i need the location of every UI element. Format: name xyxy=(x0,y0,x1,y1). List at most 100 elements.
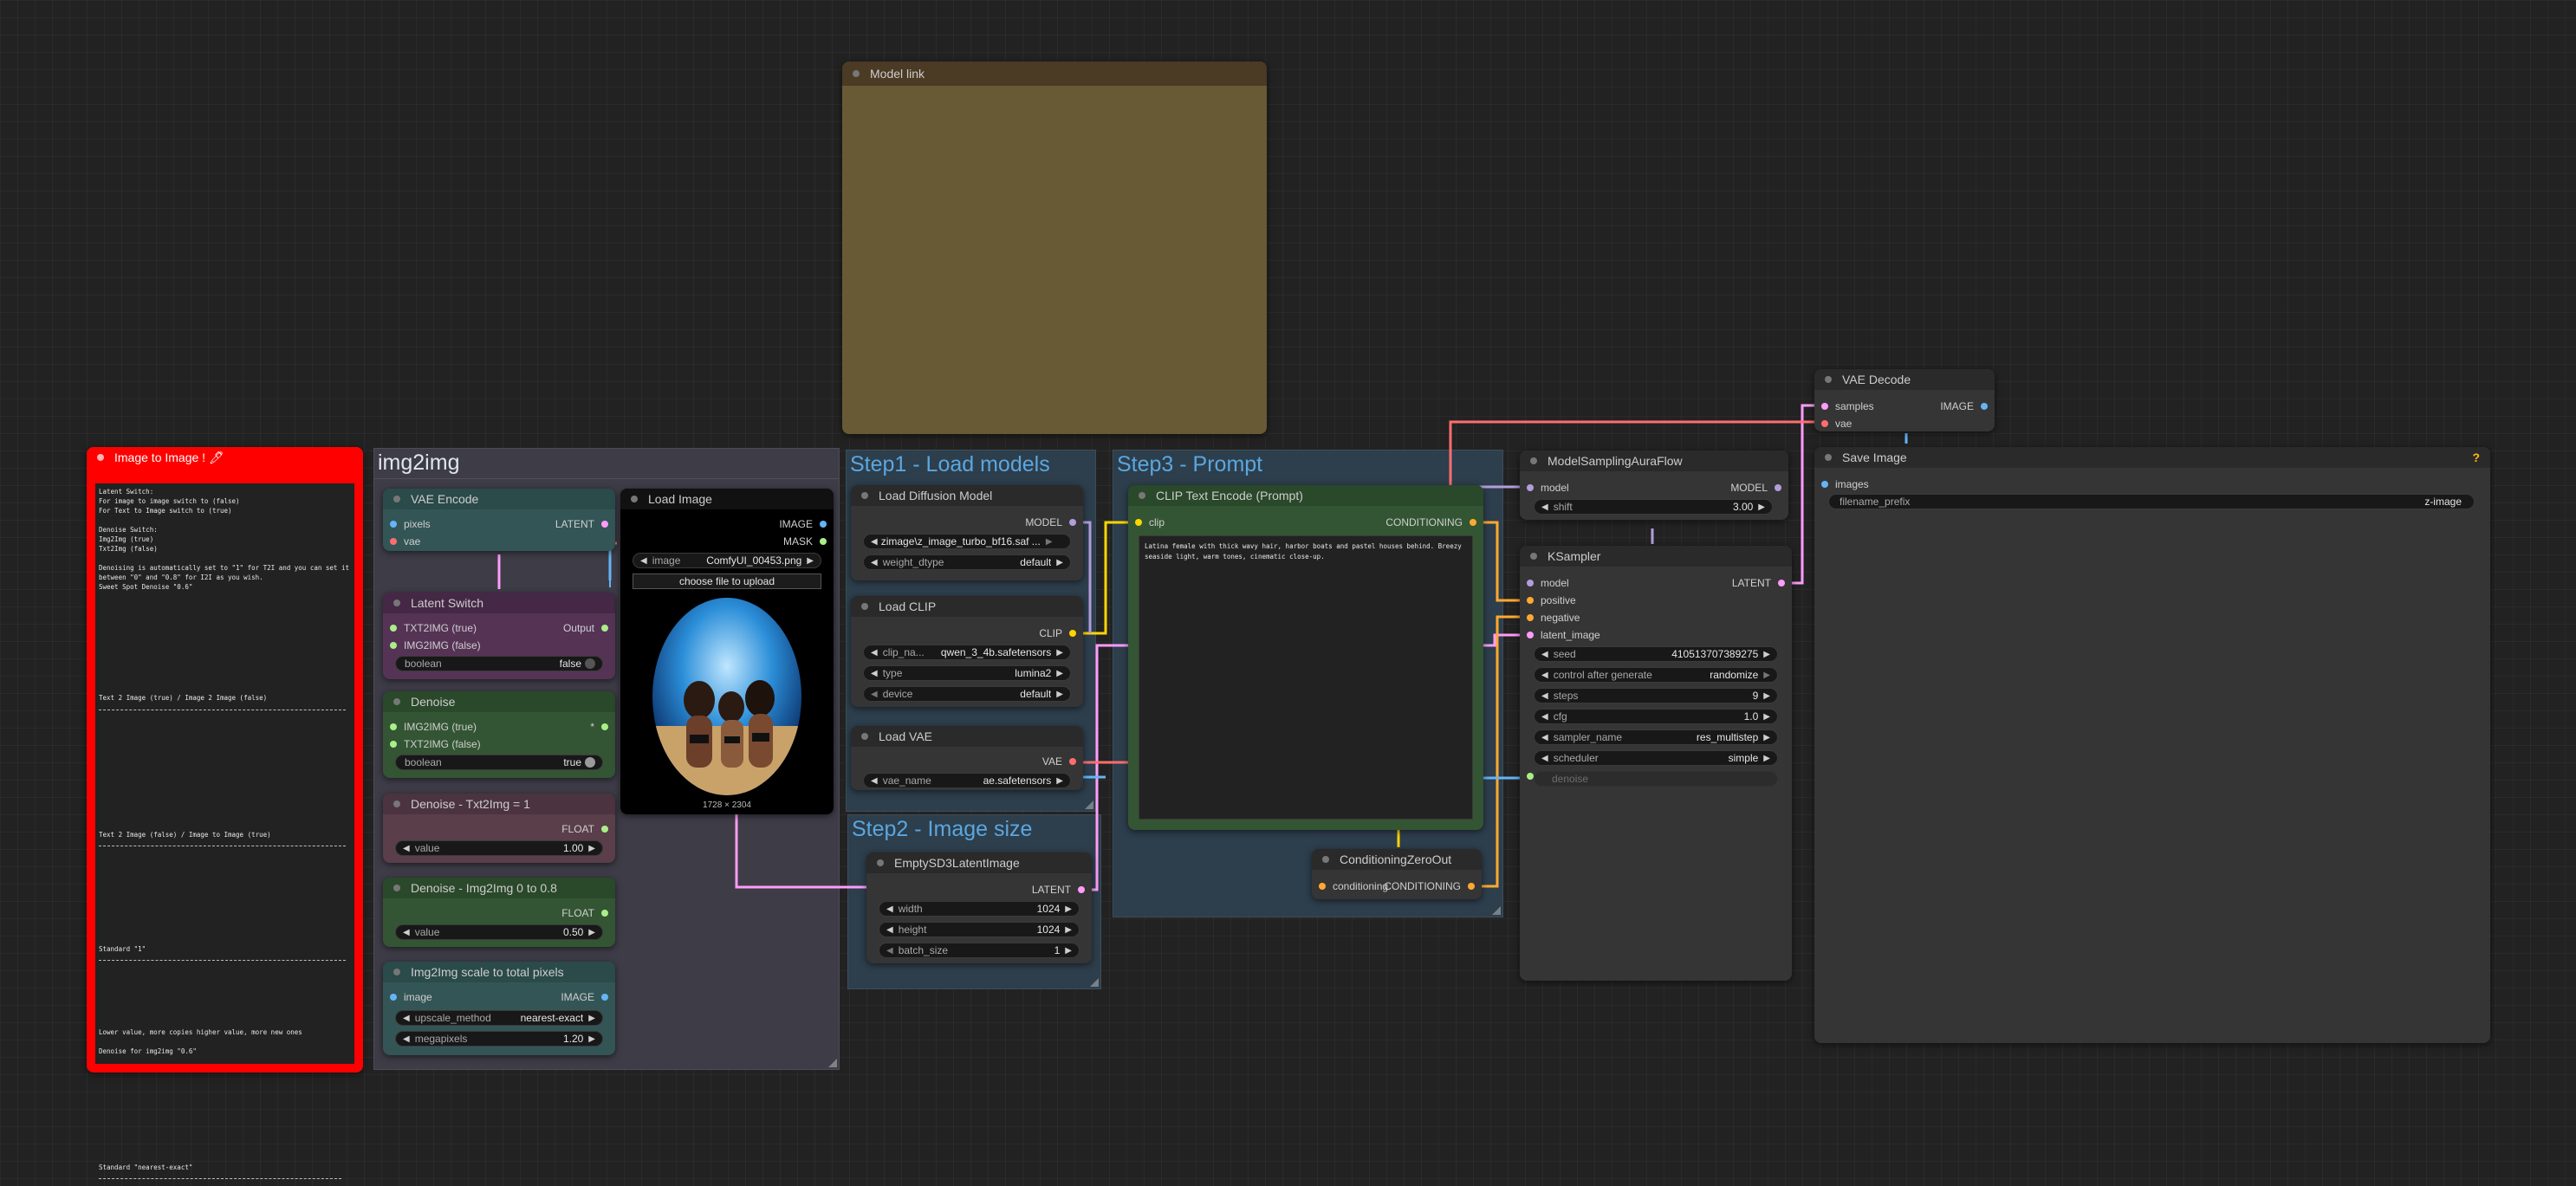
help-badge[interactable]: ? xyxy=(2472,450,2480,464)
prev-arrow-icon[interactable]: ◀ xyxy=(1541,671,1548,680)
decrement-arrow-icon[interactable]: ◀ xyxy=(403,1034,410,1044)
next-arrow-icon[interactable]: ▶ xyxy=(1046,537,1053,547)
weight-dtype-select[interactable]: ◀ weight_dtype default ▶ xyxy=(863,554,1071,570)
input-negative[interactable]: negative xyxy=(1527,612,1580,624)
output-conditioning[interactable]: CONDITIONING xyxy=(1385,516,1476,528)
collapse-dot-icon[interactable] xyxy=(861,492,868,499)
next-arrow-icon[interactable]: ▶ xyxy=(1056,690,1063,699)
prev-arrow-icon[interactable]: ◀ xyxy=(1541,754,1548,763)
collapse-dot-icon[interactable] xyxy=(631,496,638,502)
node-header[interactable]: Img2Img scale to total pixels xyxy=(383,962,615,982)
notes-textarea[interactable]: Latent Switch: For image to image switch… xyxy=(95,483,354,1064)
collapse-dot-icon[interactable] xyxy=(877,859,884,866)
output-model[interactable]: MODEL xyxy=(1025,516,1076,528)
node-header[interactable]: Load Image xyxy=(620,489,834,509)
input-txt2img[interactable]: TXT2IMG (false) xyxy=(390,738,481,750)
load-diffusion-model-node[interactable]: Load Diffusion Model MODEL ◀ zimage\z_im… xyxy=(851,485,1083,580)
prompt-textarea[interactable]: Latina female with thick wavy hair, harb… xyxy=(1139,535,1473,820)
model-sampling-auraflow-node[interactable]: ModelSamplingAuraFlow model MODEL ◀ shif… xyxy=(1520,450,1788,520)
collapse-dot-icon[interactable] xyxy=(1530,457,1537,464)
input-model[interactable]: model xyxy=(1527,482,1569,494)
group-resize-handle[interactable] xyxy=(1085,800,1093,809)
device-select[interactable]: ◀ device default ▶ xyxy=(863,686,1071,702)
node-header[interactable]: Load Diffusion Model xyxy=(851,485,1083,506)
collapse-dot-icon[interactable] xyxy=(393,969,400,975)
next-arrow-icon[interactable]: ▶ xyxy=(1763,671,1770,680)
node-header[interactable]: CLIP Text Encode (Prompt) xyxy=(1128,485,1483,506)
value-input[interactable]: ◀ value 0.50 ▶ xyxy=(395,924,603,940)
scheduler-select[interactable]: ◀ scheduler simple ▶ xyxy=(1534,750,1778,766)
load-vae-node[interactable]: Load VAE VAE ◀ vae_name ae.safetensors ▶ xyxy=(851,726,1083,790)
collapse-dot-icon[interactable] xyxy=(861,603,868,610)
output-mask[interactable]: MASK xyxy=(783,535,827,548)
collapse-dot-icon[interactable] xyxy=(1825,454,1832,461)
load-clip-node[interactable]: Load CLIP CLIP ◀ clip_na... qwen_3_4b.sa… xyxy=(851,596,1083,707)
next-arrow-icon[interactable]: ▶ xyxy=(1056,776,1063,786)
collapse-dot-icon[interactable] xyxy=(393,496,400,502)
output-latent[interactable]: LATENT xyxy=(555,518,608,530)
input-vae[interactable]: vae xyxy=(1821,418,1852,430)
output-conditioning[interactable]: CONDITIONING xyxy=(1384,880,1475,892)
prev-arrow-icon[interactable]: ◀ xyxy=(871,690,878,699)
output-image[interactable]: IMAGE xyxy=(561,991,608,1003)
prev-arrow-icon[interactable]: ◀ xyxy=(871,648,878,658)
decrement-arrow-icon[interactable]: ◀ xyxy=(403,928,410,937)
next-arrow-icon[interactable]: ▶ xyxy=(588,1014,595,1023)
prev-arrow-icon[interactable]: ◀ xyxy=(871,558,878,567)
decrement-arrow-icon[interactable]: ◀ xyxy=(886,925,893,935)
input-txt2img[interactable]: TXT2IMG (true) xyxy=(390,622,477,634)
increment-arrow-icon[interactable]: ▶ xyxy=(1763,712,1770,722)
control-after-generate-select[interactable]: ◀ control after generate randomize ▶ xyxy=(1534,667,1778,683)
node-header[interactable]: VAE Encode xyxy=(383,489,615,509)
vae-name-select[interactable]: ◀ vae_name ae.safetensors ▶ xyxy=(863,773,1071,788)
input-clip[interactable]: clip xyxy=(1135,516,1165,528)
steps-input[interactable]: ◀ steps 9 ▶ xyxy=(1534,688,1778,703)
node-header[interactable]: Denoise xyxy=(383,691,615,712)
input-samples[interactable]: samples xyxy=(1821,400,1874,412)
input-img2img[interactable]: IMG2IMG (false) xyxy=(390,639,481,651)
input-image[interactable]: image xyxy=(390,991,432,1003)
notes-node[interactable]: Image to Image ! 🖊 Latent Switch: For im… xyxy=(87,447,363,1073)
collapse-dot-icon[interactable] xyxy=(393,698,400,705)
load-image-node[interactable]: Load Image IMAGE MASK ◀ image ComfyUI_00… xyxy=(620,489,834,814)
next-arrow-icon[interactable]: ▶ xyxy=(1763,754,1770,763)
next-arrow-icon[interactable]: ▶ xyxy=(1056,648,1063,658)
clip-name-select[interactable]: ◀ clip_na... qwen_3_4b.safetensors ▶ xyxy=(863,645,1071,660)
increment-arrow-icon[interactable]: ▶ xyxy=(588,1034,595,1044)
decrement-arrow-icon[interactable]: ◀ xyxy=(886,904,893,914)
input-images[interactable]: images xyxy=(1821,478,1869,490)
output-clip[interactable]: CLIP xyxy=(1039,627,1076,639)
megapixels-input[interactable]: ◀ megapixels 1.20 ▶ xyxy=(395,1031,603,1047)
decrement-arrow-icon[interactable]: ◀ xyxy=(1541,712,1548,722)
node-header[interactable]: EmptySD3LatentImage xyxy=(866,852,1092,873)
latent-switch-node[interactable]: Latent Switch TXT2IMG (true) IMG2IMG (fa… xyxy=(383,593,615,679)
shift-input[interactable]: ◀ shift 3.00 ▶ xyxy=(1534,499,1773,515)
collapse-dot-icon[interactable] xyxy=(97,454,104,461)
node-header[interactable]: ModelSamplingAuraFlow xyxy=(1520,450,1788,471)
output-image[interactable]: IMAGE xyxy=(779,518,827,530)
output-model[interactable]: MODEL xyxy=(1730,482,1781,494)
decrement-arrow-icon[interactable]: ◀ xyxy=(1541,502,1548,512)
output-image[interactable]: IMAGE xyxy=(1940,400,1988,412)
node-header[interactable]: Load VAE xyxy=(851,726,1083,747)
node-header[interactable]: VAE Decode xyxy=(1814,369,1995,390)
group-resize-handle[interactable] xyxy=(828,1059,837,1067)
clip-text-encode-node[interactable]: CLIP Text Encode (Prompt) clip CONDITION… xyxy=(1128,485,1483,830)
collapse-dot-icon[interactable] xyxy=(853,70,860,77)
scale-total-pixels-node[interactable]: Img2Img scale to total pixels image IMAG… xyxy=(383,962,615,1055)
input-pixels[interactable]: pixels xyxy=(390,518,431,530)
vae-encode-node[interactable]: VAE Encode pixels vae LATENT xyxy=(383,489,615,551)
next-arrow-icon[interactable]: ▶ xyxy=(1056,558,1063,567)
conditioning-zero-out-node[interactable]: ConditioningZeroOut conditioning CONDITI… xyxy=(1312,849,1482,899)
collapse-dot-icon[interactable] xyxy=(393,599,400,606)
collapse-dot-icon[interactable] xyxy=(393,800,400,807)
decrement-arrow-icon[interactable]: ◀ xyxy=(886,946,893,956)
next-arrow-icon[interactable]: ▶ xyxy=(807,556,814,566)
collapse-dot-icon[interactable] xyxy=(1322,856,1329,863)
node-header[interactable]: KSampler xyxy=(1520,546,1792,567)
prev-arrow-icon[interactable]: ◀ xyxy=(871,669,878,678)
save-image-node[interactable]: Save Image ? images filename_prefix z-im… xyxy=(1814,447,2490,1043)
boolean-toggle[interactable]: boolean false xyxy=(395,656,603,671)
output[interactable]: Output xyxy=(563,622,608,634)
width-input[interactable]: ◀ width 1024 ▶ xyxy=(879,901,1080,917)
